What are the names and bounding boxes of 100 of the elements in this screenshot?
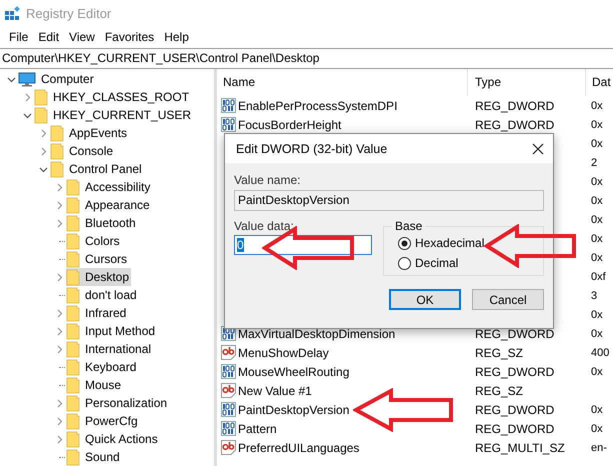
menu-item[interactable]: File <box>4 30 34 44</box>
chevron-right-icon[interactable] <box>54 200 64 210</box>
chevron-right-icon[interactable] <box>22 92 32 102</box>
radio-icon[interactable] <box>398 236 411 250</box>
value-data: en- <box>591 442 607 454</box>
binary-value-icon <box>221 117 236 132</box>
group-label: Base <box>394 219 424 233</box>
tree-item[interactable]: don't load <box>66 286 139 304</box>
value-data: 0x <box>591 252 603 264</box>
tree-item[interactable]: Cursors <box>66 250 130 268</box>
chevron-right-icon[interactable] <box>54 218 64 228</box>
chevron-down-icon[interactable] <box>6 74 16 84</box>
value-name[interactable]: MaxVirtualDesktopDimension <box>238 326 396 340</box>
chevron-right-icon[interactable] <box>54 326 64 336</box>
folder-icon <box>66 394 80 412</box>
tree-item[interactable]: Mouse <box>66 376 124 394</box>
folder-icon <box>34 88 48 106</box>
folder-icon <box>66 304 80 322</box>
value-name[interactable]: FocusBorderHeight <box>238 118 342 132</box>
binary-value-icon <box>221 364 236 379</box>
value-name[interactable]: Pattern <box>238 422 277 436</box>
chevron-right-icon[interactable] <box>54 344 64 354</box>
radio-icon[interactable] <box>398 256 411 270</box>
folder-icon <box>66 358 80 376</box>
chevron-down-icon[interactable] <box>38 164 48 174</box>
tree-item[interactable]: Colors <box>66 232 122 250</box>
address-field[interactable]: Computer\HKEY_CURRENT_USER\Control Panel\Desktop <box>0 48 613 69</box>
field-label: Value name: <box>234 173 302 187</box>
tree-item[interactable]: Computer <box>18 70 96 88</box>
value-name[interactable]: PreferredUILanguages <box>238 440 360 454</box>
tree-item[interactable]: Sound <box>66 448 122 466</box>
tree-item[interactable]: PowerCfg <box>66 412 140 430</box>
tree-item[interactable]: International <box>66 340 154 358</box>
value-data: 0x <box>591 308 603 320</box>
chevron-right-icon[interactable] <box>54 416 64 426</box>
binary-value-icon <box>221 402 236 417</box>
folder-icon <box>66 214 80 232</box>
value-data: 0x <box>591 194 603 206</box>
tree-connector <box>59 294 65 296</box>
value-name[interactable]: EnablePerProcessSystemDPI <box>238 98 398 112</box>
value-name[interactable]: New Value #1 <box>238 384 312 398</box>
value-name[interactable]: MouseWheelRouting <box>238 364 350 378</box>
radio-option[interactable]: Decimal <box>398 253 543 273</box>
chevron-right-icon[interactable] <box>38 128 48 138</box>
value-data: 0x <box>591 232 603 244</box>
field-label: Value data: <box>234 219 295 233</box>
folder-icon <box>66 448 80 466</box>
menu-item[interactable]: View <box>64 30 100 44</box>
close-icon[interactable] <box>532 142 544 154</box>
folder-icon <box>50 124 64 142</box>
chevron-down-icon[interactable] <box>22 110 32 120</box>
folder-icon <box>66 250 80 268</box>
radio-option[interactable]: Hexadecimal <box>398 233 543 253</box>
value-data: 3 <box>591 290 598 302</box>
chevron-right-icon[interactable] <box>54 434 64 444</box>
dialog-title: Edit DWORD (32-bit) Value <box>236 142 388 156</box>
value-data: 0x <box>591 118 603 130</box>
chevron-right-icon[interactable] <box>54 398 64 408</box>
value-data: 0x <box>591 422 603 434</box>
chevron-right-icon[interactable] <box>54 182 64 192</box>
tree-item[interactable]: Personalization <box>66 394 170 412</box>
value-type: REG_DWORD <box>475 364 554 378</box>
tree-item[interactable]: HKEY_CURRENT_USER <box>34 106 194 124</box>
tree-item[interactable]: Quick Actions <box>66 430 160 448</box>
tree-item[interactable]: AppEvents <box>50 124 130 142</box>
menu-item[interactable]: Help <box>159 30 194 44</box>
menu-item[interactable]: Edit <box>33 30 64 44</box>
column-header[interactable]: Type <box>468 69 586 96</box>
tree-item[interactable]: Desktop <box>66 268 132 286</box>
tree-item[interactable]: Accessibility <box>66 178 152 196</box>
folder-icon <box>66 232 80 250</box>
tree-item[interactable]: HKEY_CLASSES_ROOT <box>34 88 192 106</box>
value-data: 0x <box>591 100 603 112</box>
tree-item[interactable]: Control Panel <box>50 160 144 178</box>
folder-icon <box>66 196 80 214</box>
value-name[interactable]: PaintDesktopVersion <box>238 402 350 416</box>
cancel-button[interactable]: Cancel <box>472 289 544 310</box>
tree-item[interactable]: Input Method <box>66 322 158 340</box>
window-title: Registry Editor <box>26 6 112 21</box>
ok-button[interactable]: OK <box>389 289 461 310</box>
value-type: REG_DWORD <box>475 422 554 436</box>
folder-icon <box>66 430 80 448</box>
chevron-right-icon[interactable] <box>54 308 64 318</box>
value-data: 400 <box>591 346 610 358</box>
column-header[interactable]: Name <box>217 69 468 96</box>
folder-icon <box>66 268 80 286</box>
column-header[interactable]: Dat <box>586 69 611 96</box>
tree-item[interactable]: Bluetooth <box>66 214 138 232</box>
menu-item[interactable]: Favorites <box>100 30 160 44</box>
tree-item[interactable]: Infrared <box>66 304 128 322</box>
tree-item[interactable]: Console <box>50 142 116 160</box>
chevron-right-icon[interactable] <box>38 146 48 156</box>
value-data: 0x <box>591 366 603 378</box>
chevron-right-icon[interactable] <box>54 272 64 282</box>
value-type: REG_DWORD <box>475 118 554 132</box>
tree-item[interactable]: Appearance <box>66 196 152 214</box>
tree-item[interactable]: Keyboard <box>66 358 138 376</box>
value-name-field[interactable]: PaintDesktopVersion <box>234 190 544 211</box>
value-name[interactable]: MenuShowDelay <box>238 346 329 360</box>
folder-icon <box>50 142 64 160</box>
